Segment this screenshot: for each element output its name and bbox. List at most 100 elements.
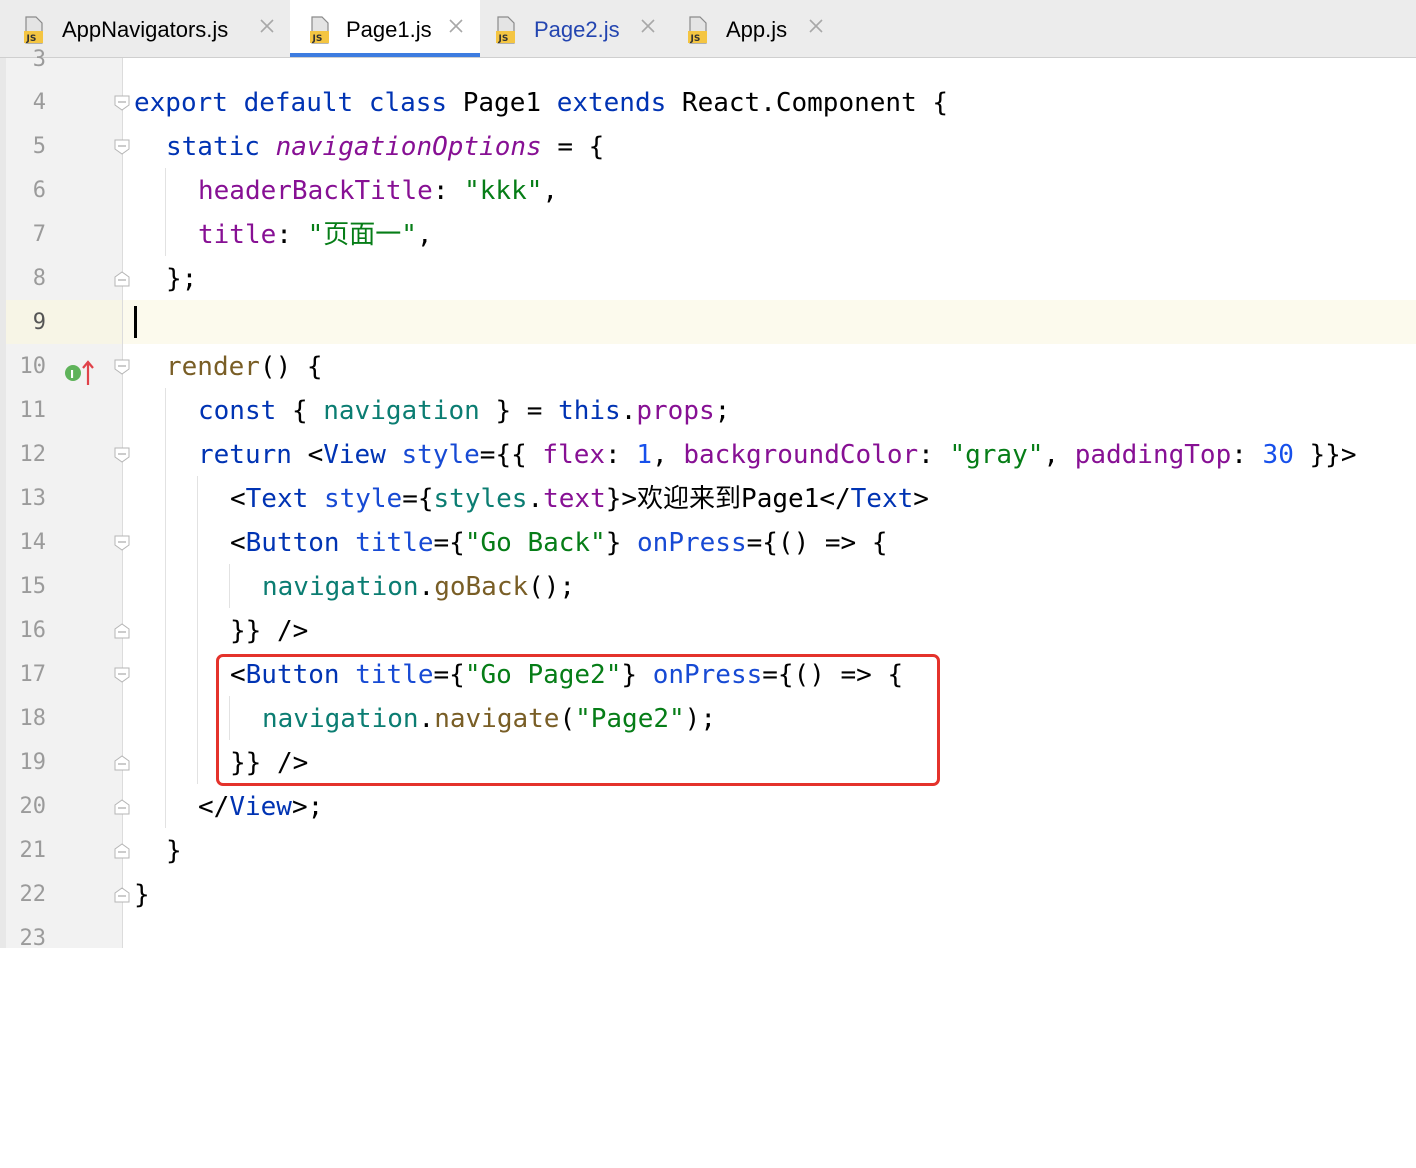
close-icon[interactable] [640, 18, 656, 34]
variable: navigation [262, 572, 419, 602]
fold-collapse-icon[interactable] [114, 535, 130, 551]
fold-collapse-icon[interactable] [114, 359, 130, 375]
close-icon[interactable] [448, 18, 464, 34]
code-text: : [1231, 440, 1263, 470]
jsx-tag: View [229, 792, 292, 822]
property: props [636, 396, 715, 426]
jsx-tag: Text [850, 484, 914, 514]
property: title [198, 220, 277, 250]
tab-page1[interactable]: JS Page1.js [290, 0, 480, 57]
fold-end-icon[interactable] [114, 271, 130, 287]
line-number: 22 [19, 882, 47, 907]
line-number: 10 [19, 354, 47, 379]
fold-end-icon[interactable] [114, 887, 130, 903]
code-text: > [913, 484, 929, 514]
close-icon[interactable] [259, 18, 275, 34]
code-text: }; [166, 264, 198, 294]
code-text: }}> [1293, 440, 1357, 470]
code-line-4: export default class Page1 extends React… [134, 81, 948, 125]
code-text: : [432, 176, 465, 206]
code-line-16: }} /> [230, 609, 308, 653]
js-file-icon-text: JS [498, 34, 509, 44]
string: "页面一" [307, 220, 417, 250]
code-text: >; [291, 792, 324, 822]
implements-method-icon[interactable]: I [64, 358, 96, 386]
number: 1 [636, 440, 653, 470]
line-number: 19 [19, 750, 47, 775]
jsx-text: 欢迎来到Page1 [637, 484, 820, 514]
static-field: navigationOptions [275, 132, 542, 162]
property: text [543, 484, 606, 514]
jsx-attribute: style [401, 440, 480, 470]
jsx-tag: Text [245, 484, 309, 514]
code-editor[interactable]: 3 4 5 6 7 8 9 10 11 12 13 14 15 16 17 18… [0, 47, 1416, 951]
code-text: , [1043, 440, 1075, 470]
code-line-6: headerBackTitle: "kkk", [198, 169, 558, 213]
code-text: , [542, 176, 559, 206]
fold-collapse-icon[interactable] [114, 95, 130, 111]
code-text: ={ [402, 484, 434, 514]
jsx-attribute: style [323, 484, 403, 514]
property: backgroundColor [683, 440, 919, 470]
js-file-icon: JS [310, 16, 329, 44]
tab-label: Page2.js [534, 17, 620, 42]
code-text: < [230, 484, 246, 514]
tab-label: AppNavigators.js [62, 17, 229, 42]
keyword: return [198, 440, 292, 470]
variable: navigation [323, 396, 480, 426]
property: paddingTop [1074, 440, 1232, 470]
line-number: 6 [32, 178, 46, 203]
line-number: 8 [32, 266, 46, 291]
code-line-5: static navigationOptions = { [166, 125, 604, 169]
tab-app[interactable]: JS App.js [672, 0, 842, 57]
line-number: 20 [19, 794, 47, 819]
indent-guide [229, 564, 230, 608]
indent-guide [197, 476, 198, 784]
keyword: const [198, 396, 277, 426]
line-number: 21 [19, 838, 47, 863]
fold-end-icon[interactable] [114, 623, 130, 639]
code-text: </ [198, 792, 230, 822]
code-text: : [918, 440, 950, 470]
code-area[interactable]: export default class Page1 extends React… [134, 58, 1356, 1168]
code-line-10: render() { [166, 345, 323, 389]
code-line-12: return <View style={{ flex: 1, backgroun… [198, 433, 1356, 477]
jsx-attribute: title [355, 528, 434, 558]
tab-page2[interactable]: JS Page2.js [480, 0, 672, 57]
code-text: (); [528, 572, 576, 602]
line-number: 14 [19, 530, 47, 555]
fold-collapse-icon[interactable] [114, 447, 130, 463]
keyword: static [166, 132, 260, 162]
code-text: } [134, 880, 150, 910]
annotation-highlight-box [216, 654, 940, 786]
text-caret [134, 306, 137, 338]
method-name: render [166, 352, 260, 382]
code-text: < [230, 528, 246, 558]
code-text: : [605, 440, 637, 470]
code-line-7: title: "页面一", [198, 213, 433, 257]
js-file-icon-text: JS [690, 34, 701, 44]
class-name: Page1 [462, 88, 542, 118]
code-text: ={{ [479, 440, 543, 470]
close-icon[interactable] [808, 18, 824, 34]
fold-end-icon[interactable] [114, 755, 130, 771]
fold-end-icon[interactable] [114, 799, 130, 815]
code-text: } [605, 528, 638, 558]
property: headerBackTitle [198, 176, 433, 206]
code-text: = { [541, 132, 605, 162]
line-number: 9 [32, 310, 46, 335]
code-text: . [620, 396, 637, 426]
line-number: 5 [32, 134, 46, 159]
fold-end-icon[interactable] [114, 843, 130, 859]
line-number: 16 [19, 618, 47, 643]
keyword: export [134, 88, 228, 118]
code-text: () { [259, 352, 323, 382]
keyword: class [368, 88, 448, 118]
fold-collapse-icon[interactable] [114, 667, 130, 683]
code-line-22: } [134, 873, 150, 917]
fold-collapse-icon[interactable] [114, 139, 130, 155]
jsx-tag: View [323, 440, 386, 470]
keyword: extends [556, 88, 667, 118]
string: "kkk" [464, 176, 543, 206]
